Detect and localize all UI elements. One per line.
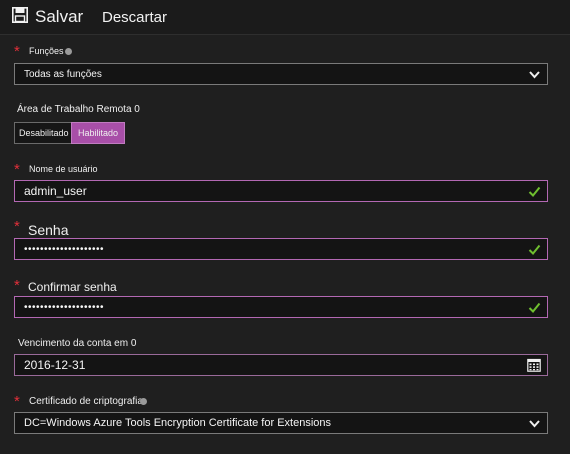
- toggle-option-disabled[interactable]: Desabilitado: [14, 122, 71, 144]
- functions-value: Todas as funções: [24, 68, 102, 80]
- check-icon: [528, 243, 541, 256]
- functions-select[interactable]: Todas as funções: [14, 63, 548, 85]
- chevron-down-icon: [528, 417, 541, 430]
- expiration-label-text: Vencimento da conta em: [18, 338, 129, 349]
- confirm-password-value: ••••••••••••••••••••: [24, 301, 105, 313]
- save-button[interactable]: Salvar: [12, 6, 83, 28]
- check-icon: [528, 185, 541, 198]
- required-asterisk: *: [14, 277, 20, 294]
- required-asterisk: *: [14, 43, 20, 60]
- certificate-label-text: Certificado de criptografia: [29, 396, 143, 407]
- certificate-select[interactable]: DC=Windows Azure Tools Encryption Certif…: [14, 412, 548, 434]
- certificate-value: DC=Windows Azure Tools Encryption Certif…: [24, 417, 332, 429]
- expiration-date-input[interactable]: 2016-12-31: [14, 354, 548, 376]
- username-input[interactable]: admin_user: [14, 180, 548, 202]
- required-asterisk: *: [14, 218, 20, 235]
- info-icon[interactable]: [139, 397, 147, 405]
- username-label: Nome de usuário: [29, 164, 98, 174]
- calendar-icon[interactable]: [527, 358, 541, 372]
- functions-label: Funções: [29, 46, 72, 56]
- remote-desktop-label: Área de Trabalho Remota 0: [17, 104, 140, 115]
- save-label: Salvar: [35, 7, 84, 26]
- certificate-label: Certificado de criptografia: [29, 396, 147, 407]
- password-value: ••••••••••••••••••••: [24, 243, 105, 255]
- remote-desktop-toggle: Desabilitado Habilitado: [14, 122, 125, 144]
- confirm-password-label: Confirmar senha: [28, 280, 117, 294]
- check-icon: [528, 301, 541, 314]
- expiration-value: 2016-12-31: [24, 358, 86, 372]
- discard-button[interactable]: Descartar: [102, 6, 167, 28]
- expiration-info-icon[interactable]: 0: [131, 338, 137, 349]
- command-bar: Salvar Descartar: [0, 0, 570, 35]
- expiration-label: Vencimento da conta em 0: [18, 338, 136, 349]
- functions-label-text: Funções: [29, 46, 64, 56]
- remote-desktop-info-icon[interactable]: 0: [134, 104, 140, 115]
- chevron-down-icon: [528, 68, 541, 81]
- toggle-option-enabled[interactable]: Habilitado: [71, 122, 125, 144]
- password-label: Senha: [28, 222, 69, 238]
- save-icon: [12, 6, 28, 28]
- required-asterisk: *: [14, 393, 20, 410]
- remote-desktop-label-text: Área de Trabalho Remota: [17, 104, 132, 115]
- confirm-password-input[interactable]: ••••••••••••••••••••: [14, 296, 548, 318]
- info-icon[interactable]: [64, 48, 72, 56]
- required-asterisk: *: [14, 161, 20, 178]
- username-value: admin_user: [24, 184, 87, 198]
- password-input[interactable]: ••••••••••••••••••••: [14, 238, 548, 260]
